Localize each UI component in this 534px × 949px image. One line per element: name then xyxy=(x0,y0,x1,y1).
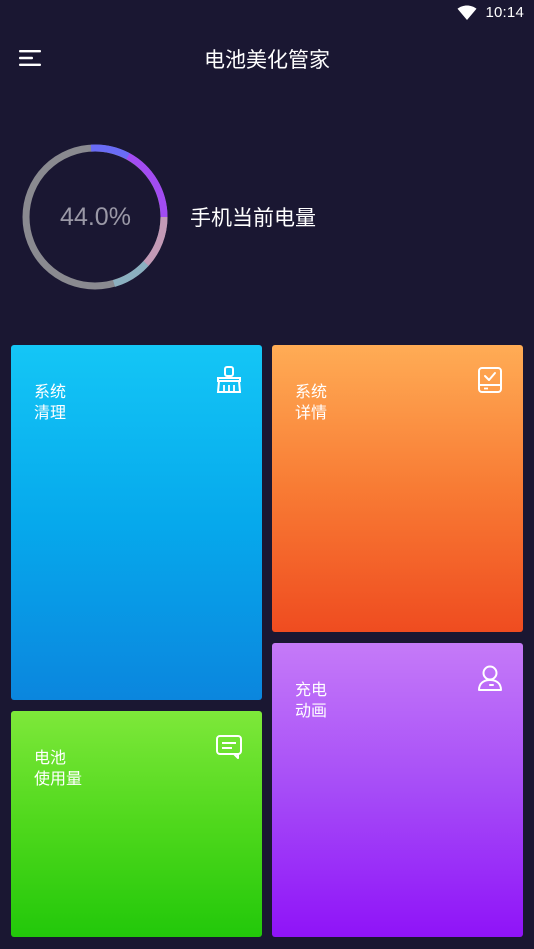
battery-label: 手机当前电量 xyxy=(190,206,316,230)
page-title: 电池美化管家 xyxy=(204,48,330,72)
tile-label-line1: 系统 xyxy=(295,382,328,401)
tile-label-line1: 充电 xyxy=(295,680,328,699)
tile-system-clean[interactable]: 系统 清理 xyxy=(11,345,262,700)
tile-label: 系统 清理 xyxy=(34,381,66,423)
battery-section: 44.0% 手机当前电量 xyxy=(18,140,518,300)
tile-label-line1: 系统 xyxy=(34,382,67,401)
tile-label-line2: 使用量 xyxy=(34,769,83,788)
message-icon xyxy=(216,735,242,759)
app-header: 电池美化管家 xyxy=(0,36,534,80)
tile-charge-animation[interactable]: 充电 动画 xyxy=(272,643,523,937)
app-screen: 10:14 电池美化管家 44.0% 手机当前电量 系统 清理 系统 详情 电池… xyxy=(0,0,534,949)
tile-label: 系统 详情 xyxy=(295,381,327,423)
tile-label-line2: 动画 xyxy=(295,701,328,720)
tile-battery-usage[interactable]: 电池 使用量 xyxy=(11,711,262,937)
battery-percent: 44.0% xyxy=(60,203,131,231)
tile-label-line2: 清理 xyxy=(34,403,67,422)
tile-label-line1: 电池 xyxy=(34,748,67,767)
status-bar: 10:14 xyxy=(0,0,534,30)
status-right: 10:14 xyxy=(457,4,524,21)
user-icon xyxy=(478,665,502,691)
tile-label: 电池 使用量 xyxy=(34,747,82,789)
wifi-icon xyxy=(457,5,477,20)
battery-ring: 44.0% xyxy=(18,140,173,295)
status-time: 10:14 xyxy=(485,4,524,21)
tile-label-line2: 详情 xyxy=(295,403,328,422)
tile-system-details[interactable]: 系统 详情 xyxy=(272,345,523,632)
tile-label: 充电 动画 xyxy=(295,679,327,721)
broom-icon xyxy=(216,366,242,393)
checklist-icon xyxy=(478,367,502,393)
